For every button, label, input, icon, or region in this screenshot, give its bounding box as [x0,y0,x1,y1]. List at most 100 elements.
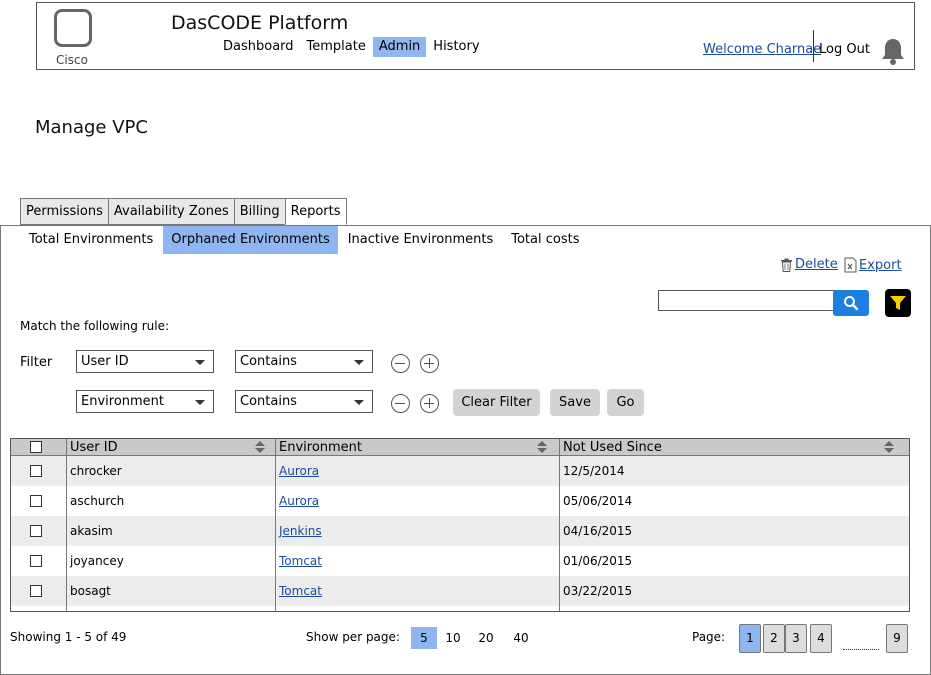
table-row[interactable]: aschurch Aurora 05/06/2014 [11,486,909,516]
table-row[interactable]: bosagt Tomcat 03/22/2015 [11,576,909,606]
funnel-icon [890,296,906,310]
filter-field-value-2: Environment [81,394,165,409]
sort-icon[interactable] [884,441,894,453]
cell-user-id: akasim [70,524,113,538]
bell-icon[interactable] [880,37,906,65]
column-header-environment[interactable]: Environment [275,439,362,456]
page-button-last[interactable]: 9 [886,624,908,653]
sort-icon[interactable] [255,441,265,453]
table-row[interactable]: akasim Jenkins 04/16/2015 [11,516,909,546]
add-rule-button[interactable] [420,394,439,413]
filter-field-select-2[interactable]: Environment [76,390,214,413]
subtab-inactive-environments[interactable]: Inactive Environments [340,226,502,254]
app-header: Cisco DasCODE Platform Dashboard Templat… [36,2,915,70]
subtab-total-costs[interactable]: Total costs [503,226,587,254]
tab-permissions[interactable]: Permissions [20,198,108,225]
section-tabs: Permissions Availability Zones Billing R… [20,198,347,225]
nav-dashboard[interactable]: Dashboard [217,37,300,57]
delete-link[interactable]: Delete [780,257,838,272]
filter-label: Filter [20,355,53,370]
search-icon [844,296,859,311]
remove-rule-button[interactable] [391,394,410,413]
app-title: DasCODE Platform [171,12,349,34]
export-label: Export [859,257,902,273]
per-page-option-40[interactable]: 40 [508,627,534,649]
column-header-user-id[interactable]: User ID [66,439,118,456]
add-rule-button[interactable] [420,354,439,373]
showing-count: Showing 1 - 5 of 49 [10,630,127,644]
cell-environment-link[interactable]: Tomcat [275,576,322,606]
delete-label: Delete [795,257,838,272]
page-ellipsis [843,649,879,650]
cell-not-used-since: 03/22/2015 [563,584,633,598]
main-nav: Dashboard Template Admin History [217,37,487,57]
column-divider [66,439,67,611]
match-rule-label: Match the following rule: [20,319,169,333]
nav-admin[interactable]: Admin [372,37,427,57]
logo-text: Cisco [56,53,88,67]
row-checkbox[interactable] [30,495,42,507]
clear-filter-button[interactable]: Clear Filter [453,389,540,416]
filter-operator-value-1: Contains [240,354,297,369]
filter-field-select-1[interactable]: User ID [76,350,214,373]
nav-history[interactable]: History [427,37,485,57]
export-link[interactable]: Export [844,257,902,273]
row-checkbox[interactable] [30,525,42,537]
welcome-user-link[interactable]: Welcome Charnae [703,42,821,57]
go-button[interactable]: Go [607,389,644,416]
cell-environment-link[interactable]: Jenkins [275,516,322,546]
cell-environment-link[interactable]: Aurora [275,486,319,516]
column-divider [559,439,560,611]
header-divider [813,30,814,62]
cell-not-used-since: 12/5/2014 [563,464,625,478]
page-title: Manage VPC [35,117,148,138]
table-row[interactable]: joyancey Tomcat 01/06/2015 [11,546,909,576]
filter-operator-value-2: Contains [240,394,297,409]
cell-environment-link[interactable]: Tomcat [275,546,322,576]
cell-environment-link[interactable]: Aurora [275,456,319,486]
orphaned-environments-table: User ID Environment Not Used Since chroc… [10,438,910,612]
row-checkbox[interactable] [30,555,42,567]
filter-operator-select-1[interactable]: Contains [235,350,373,373]
table-header: User ID Environment Not Used Since [11,439,909,456]
tab-billing[interactable]: Billing [233,198,285,225]
tab-reports[interactable]: Reports [284,198,347,225]
page-button-3[interactable]: 3 [785,624,807,653]
filter-toggle-button[interactable] [885,289,911,317]
save-filter-button[interactable]: Save [550,389,600,416]
per-page-option-20[interactable]: 20 [473,627,499,649]
subtab-total-environments[interactable]: Total Environments [21,226,161,254]
cell-user-id: chrocker [70,464,122,478]
page-button-2[interactable]: 2 [763,624,785,653]
page-label: Page: [692,630,726,644]
remove-rule-button[interactable] [391,354,410,373]
per-page-label: Show per page: [306,630,400,644]
cell-not-used-since: 04/16/2015 [563,524,633,538]
reports-panel: Total Environments Orphaned Environments… [0,225,931,675]
cell-user-id: bosagt [70,584,111,598]
page-button-1[interactable]: 1 [739,624,761,653]
row-checkbox[interactable] [30,465,42,477]
trash-icon [781,258,792,272]
page-button-4[interactable]: 4 [810,624,832,653]
logout-link[interactable]: Log Out [819,42,870,57]
cell-user-id: joyancey [70,554,124,568]
column-header-not-used-since[interactable]: Not Used Since [559,439,662,456]
select-all-checkbox[interactable] [30,441,42,453]
per-page-option-10[interactable]: 10 [440,627,466,649]
per-page-option-5[interactable]: 5 [411,627,437,649]
row-checkbox[interactable] [30,585,42,597]
column-divider [275,439,276,611]
chevron-down-icon [354,400,364,405]
tab-availability-zones[interactable]: Availability Zones [107,198,234,225]
search-button[interactable] [833,290,869,316]
filter-field-value-1: User ID [81,354,129,369]
filter-operator-select-2[interactable]: Contains [235,390,373,413]
search-input[interactable] [658,290,835,311]
cell-not-used-since: 05/06/2014 [563,494,633,508]
report-subtabs: Total Environments Orphaned Environments… [21,226,589,254]
table-row[interactable]: chrocker Aurora 12/5/2014 [11,456,909,486]
nav-template[interactable]: Template [301,37,372,57]
subtab-orphaned-environments[interactable]: Orphaned Environments [163,226,338,254]
sort-icon[interactable] [537,441,547,453]
